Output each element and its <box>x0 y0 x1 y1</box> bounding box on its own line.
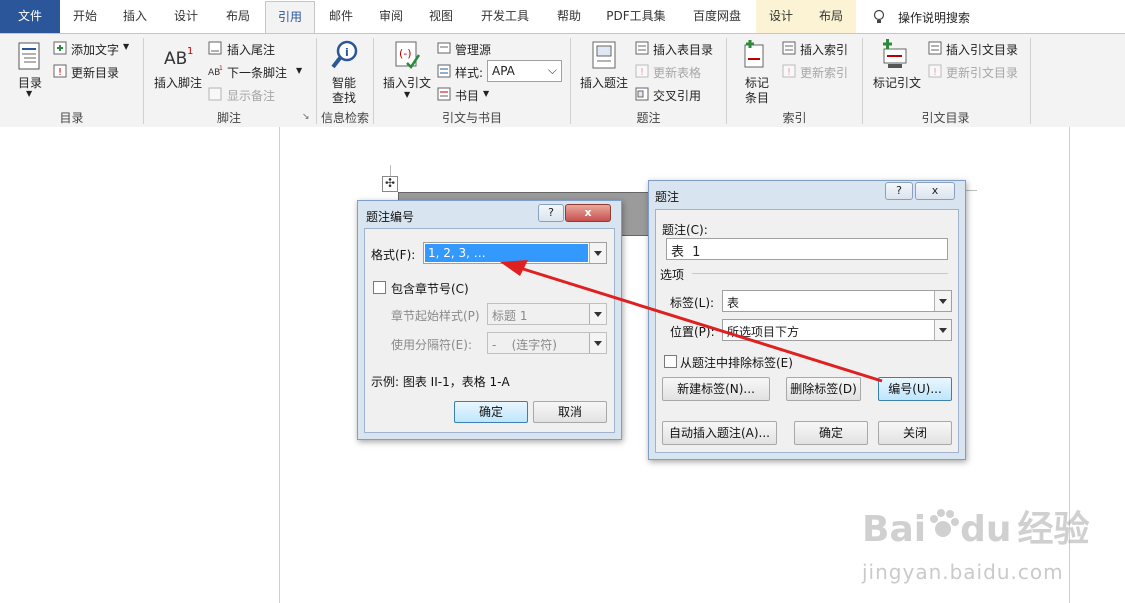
arrow-shaft <box>519 266 883 383</box>
watermark-url: jingyan.baidu.com <box>862 560 1064 584</box>
baidu-watermark: Bai du 经验 <box>862 500 1090 552</box>
watermark-text-bai: Bai <box>862 509 927 550</box>
paw-icon <box>926 507 960 550</box>
watermark-text-du: du <box>960 509 1012 550</box>
watermark-text-jingyan: 经验 <box>1017 509 1090 550</box>
arrow-head-icon <box>500 260 528 276</box>
